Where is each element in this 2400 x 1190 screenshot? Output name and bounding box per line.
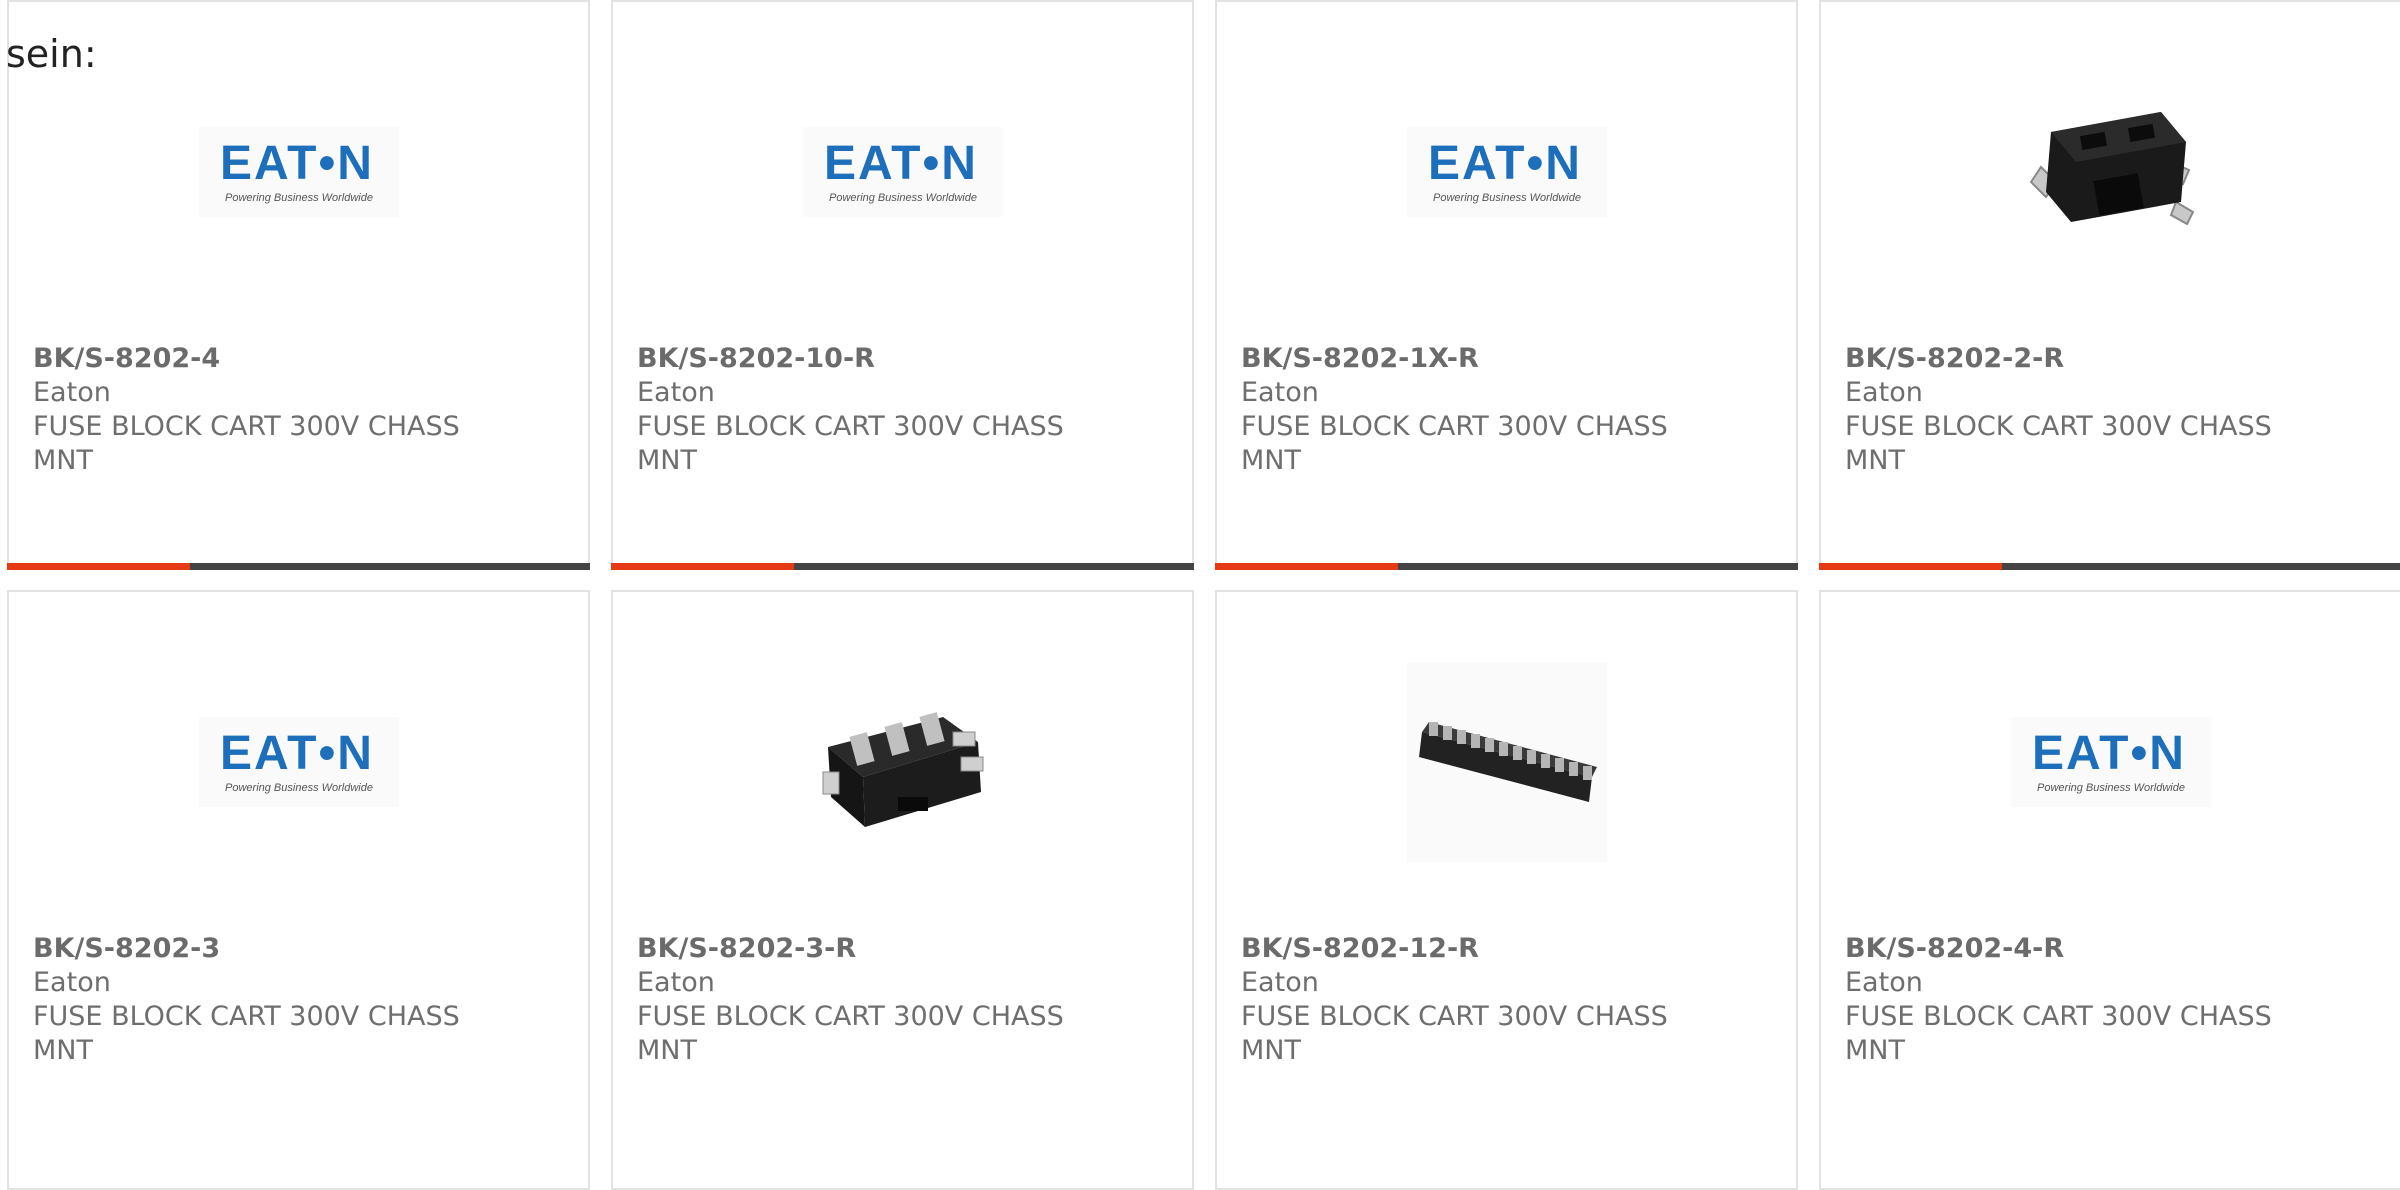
product-card[interactable]: EAT•N Powering Business Worldwide BK/S-8… (1819, 590, 2400, 1190)
svg-text:EAT•N: EAT•N (220, 727, 374, 780)
eaton-logo: EAT•N Powering Business Worldwide (802, 127, 1003, 217)
product-image[interactable] (613, 652, 1192, 872)
product-info: BK/S-8202-3 Eaton FUSE BLOCK CART 300V C… (33, 932, 473, 1068)
manufacturer: Eaton (1241, 967, 1319, 998)
part-number[interactable]: BK/S-8202-4 (33, 342, 473, 376)
product-info: BK/S-8202-1X-R Eaton FUSE BLOCK CART 300… (1241, 342, 1681, 478)
product-card[interactable]: BK/S-8202-12-R Eaton FUSE BLOCK CART 300… (1215, 590, 1798, 1190)
product-card[interactable]: BK/S-8202-3-R Eaton FUSE BLOCK CART 300V… (611, 590, 1194, 1190)
eaton-logo: EAT•N Powering Business Worldwide (198, 127, 399, 217)
part-number[interactable]: BK/S-8202-12-R (1241, 932, 1681, 966)
fuse-block-image (1406, 662, 1607, 862)
part-number[interactable]: BK/S-8202-2-R (1845, 342, 2285, 376)
product-card[interactable]: EAT•N Powering Business Worldwide BK/S-8… (7, 0, 590, 570)
product-info: BK/S-8202-12-R Eaton FUSE BLOCK CART 300… (1241, 932, 1681, 1068)
manufacturer: Eaton (33, 967, 111, 998)
product-info: BK/S-8202-3-R Eaton FUSE BLOCK CART 300V… (637, 932, 1077, 1068)
product-image[interactable]: EAT•N Powering Business Worldwide (613, 62, 1192, 282)
manufacturer: Eaton (1845, 377, 1923, 408)
svg-text:Powering Business Worldwide: Powering Business Worldwide (225, 192, 373, 204)
card-divider-bar (1215, 563, 1798, 570)
eaton-logo: EAT•N Powering Business Worldwide (2010, 717, 2211, 807)
product-image[interactable] (1217, 652, 1796, 872)
product-image[interactable]: EAT•N Powering Business Worldwide (9, 62, 588, 282)
manufacturer: Eaton (1241, 377, 1319, 408)
product-image[interactable]: EAT•N Powering Business Worldwide (1821, 652, 2400, 872)
svg-text:EAT•N: EAT•N (2032, 727, 2186, 780)
product-description: FUSE BLOCK CART 300V CHASS MNT (1845, 411, 2272, 476)
product-card[interactable]: EAT•N Powering Business Worldwide BK/S-8… (7, 590, 590, 1190)
product-card[interactable]: EAT•N Powering Business Worldwide BK/S-8… (1215, 0, 1798, 570)
product-description: FUSE BLOCK CART 300V CHASS MNT (1845, 1001, 2272, 1066)
eaton-logo: EAT•N Powering Business Worldwide (1406, 127, 1607, 217)
eaton-logo: EAT•N Powering Business Worldwide (198, 717, 399, 807)
part-number[interactable]: BK/S-8202-4-R (1845, 932, 2285, 966)
card-divider-bar (7, 563, 590, 570)
product-image[interactable]: EAT•N Powering Business Worldwide (1217, 62, 1796, 282)
product-description: FUSE BLOCK CART 300V CHASS MNT (33, 1001, 460, 1066)
product-info: BK/S-8202-10-R Eaton FUSE BLOCK CART 300… (637, 342, 1077, 478)
product-info: BK/S-8202-4-R Eaton FUSE BLOCK CART 300V… (1845, 932, 2285, 1068)
svg-text:Powering Business Worldwide: Powering Business Worldwide (829, 192, 977, 204)
svg-text:Powering Business Worldwide: Powering Business Worldwide (2037, 782, 2185, 794)
product-description: FUSE BLOCK CART 300V CHASS MNT (1241, 411, 1668, 476)
card-accent-bar (611, 563, 794, 570)
product-card[interactable]: EAT•N Powering Business Worldwide BK/S-8… (611, 0, 1194, 570)
manufacturer: Eaton (33, 377, 111, 408)
card-accent-bar (7, 563, 190, 570)
card-divider-bar (1819, 563, 2400, 570)
product-description: FUSE BLOCK CART 300V CHASS MNT (637, 411, 1064, 476)
svg-text:EAT•N: EAT•N (824, 137, 978, 190)
product-image[interactable] (1821, 62, 2400, 282)
part-number[interactable]: BK/S-8202-3-R (637, 932, 1077, 966)
fuse-block-image (802, 662, 1003, 862)
card-divider-bar (611, 563, 1194, 570)
part-number[interactable]: BK/S-8202-1X-R (1241, 342, 1681, 376)
product-description: FUSE BLOCK CART 300V CHASS MNT (637, 1001, 1064, 1066)
svg-text:Powering Business Worldwide: Powering Business Worldwide (225, 782, 373, 794)
manufacturer: Eaton (637, 377, 715, 408)
product-description: FUSE BLOCK CART 300V CHASS MNT (33, 411, 460, 476)
part-number[interactable]: BK/S-8202-3 (33, 932, 473, 966)
product-image[interactable]: EAT•N Powering Business Worldwide (9, 652, 588, 872)
part-number[interactable]: BK/S-8202-10-R (637, 342, 1077, 376)
svg-text:EAT•N: EAT•N (1428, 137, 1582, 190)
product-info: BK/S-8202-2-R Eaton FUSE BLOCK CART 300V… (1845, 342, 2285, 478)
svg-text:Powering Business Worldwide: Powering Business Worldwide (1433, 192, 1581, 204)
svg-text:EAT•N: EAT•N (220, 137, 374, 190)
intro-text: sein: (6, 32, 97, 76)
card-accent-bar (1215, 563, 1398, 570)
product-card[interactable]: BK/S-8202-2-R Eaton FUSE BLOCK CART 300V… (1819, 0, 2400, 570)
fuse-block-image (2010, 72, 2211, 272)
manufacturer: Eaton (1845, 967, 1923, 998)
product-info: BK/S-8202-4 Eaton FUSE BLOCK CART 300V C… (33, 342, 473, 478)
manufacturer: Eaton (637, 967, 715, 998)
card-accent-bar (1819, 563, 2002, 570)
product-description: FUSE BLOCK CART 300V CHASS MNT (1241, 1001, 1668, 1066)
